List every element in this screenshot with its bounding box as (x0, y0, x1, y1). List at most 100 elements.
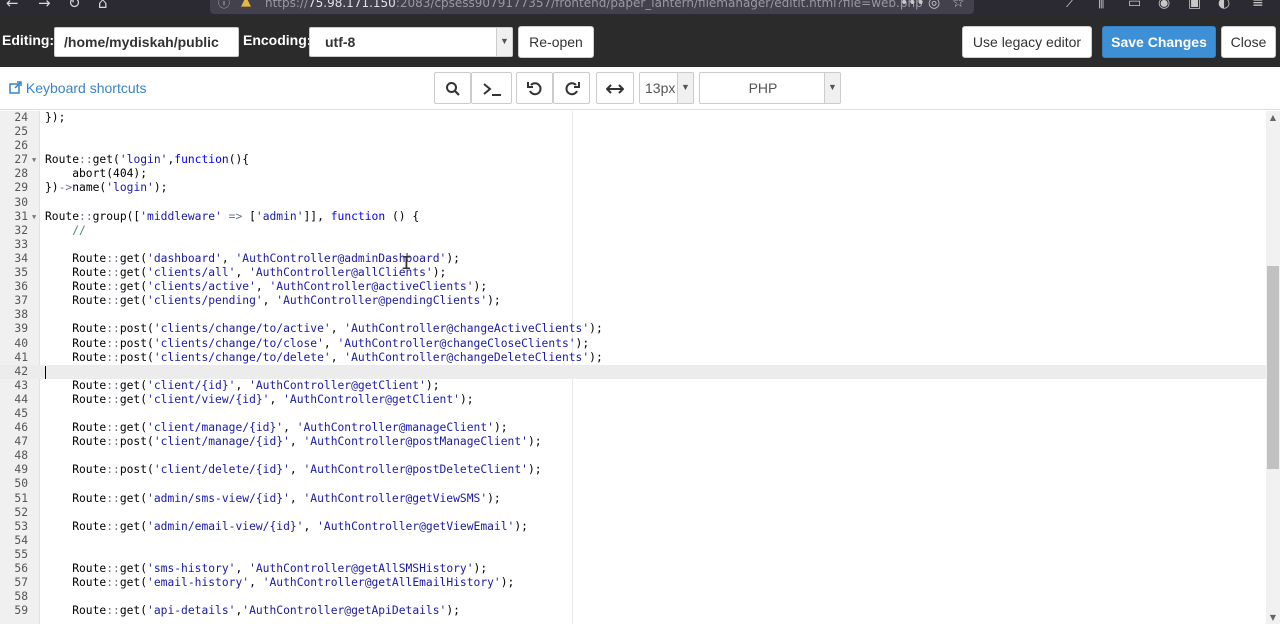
code-line[interactable]: 24}); (0, 111, 1266, 125)
code-line[interactable]: 44 Route::get('client/view/{id}', 'AuthC… (0, 393, 1266, 407)
home-icon[interactable]: ⌂ (98, 0, 108, 12)
code-line[interactable]: 50 (0, 477, 1266, 491)
font-size-value: 13px (645, 80, 676, 96)
code-line[interactable]: 39 Route::post('clients/change/to/active… (0, 322, 1266, 336)
line-number: 50 (14, 477, 28, 491)
code-text: Route::group(['middleware' => ['admin']]… (45, 209, 420, 223)
editor-toolbar: Keyboard shortcuts 13px ▼ PHP ▼ (0, 67, 1280, 110)
reopen-button[interactable]: Re-open (518, 26, 594, 58)
code-line[interactable]: 36 Route::get('clients/active', 'AuthCon… (0, 280, 1266, 294)
code-line[interactable]: 45 (0, 407, 1266, 421)
code-editor[interactable]: 24}); 25 26 27 ▼ Route::get('login',function(… (0, 111, 1280, 624)
site-info-icon[interactable]: ⓘ (218, 0, 230, 11)
vertical-scrollbar[interactable]: ▲ ▼ (1266, 111, 1280, 624)
line-number: 34 (14, 251, 28, 265)
warning-icon[interactable]: ▲ (241, 0, 251, 9)
line-number: 31 (14, 209, 28, 223)
code-line[interactable]: 32 // (0, 224, 1266, 238)
code-line[interactable]: 52 (0, 506, 1266, 520)
legacy-editor-button[interactable]: Use legacy editor (962, 26, 1092, 58)
browser-toolbar: ← → ↻ ⌂ https://75.98.171.150:2083/cpses… (0, 0, 1280, 16)
undo-button[interactable] (516, 72, 553, 104)
line-number: 38 (14, 308, 28, 322)
line-number: 35 (14, 266, 28, 280)
caret (45, 365, 46, 379)
line-number: 59 (14, 604, 28, 618)
code-line[interactable]: 46 Route::get('client/manage/{id}', 'Aut… (0, 421, 1266, 435)
code-line[interactable]: 49 Route::post('client/delete/{id}', 'Au… (0, 463, 1266, 477)
chevron-down-icon: ▼ (677, 73, 693, 103)
fold-arrow-icon[interactable]: ▼ (32, 153, 36, 167)
code-line[interactable]: 58 (0, 590, 1266, 604)
code-line[interactable]: 51 Route::get('admin/sms-view/{id}', 'Au… (0, 492, 1266, 506)
wrap-button[interactable] (596, 72, 634, 104)
code-line[interactable]: 34 Route::get('dashboard', 'AuthControll… (0, 252, 1266, 266)
editor-header: Editing: /home/mydiskah/public Encoding:… (0, 16, 1280, 67)
bookmark-star-icon[interactable]: ☆ (952, 0, 965, 11)
code-line[interactable]: 41 Route::post('clients/change/to/delete… (0, 351, 1266, 365)
code-line[interactable]: 25 (0, 125, 1266, 139)
code-line[interactable]: 54 (0, 534, 1266, 548)
line-number: 43 (14, 378, 28, 392)
forward-icon[interactable]: → (38, 0, 51, 12)
code-text: Route::get('clients/pending', 'AuthContr… (45, 294, 501, 308)
code-line[interactable]: 48 (0, 449, 1266, 463)
code-line[interactable]: 43 Route::get('client/{id}', 'AuthContro… (0, 379, 1266, 393)
search-button[interactable] (434, 72, 471, 104)
close-button[interactable]: Close (1221, 26, 1276, 58)
code-line[interactable]: 28 abort(404); (0, 167, 1266, 181)
code-line[interactable]: 38 (0, 308, 1266, 322)
code-line[interactable]: 33 (0, 238, 1266, 252)
address-bar[interactable]: https://75.98.171.150:2083/cpsess9079177… (210, 0, 974, 14)
code-line[interactable]: 29})->name('login'); (0, 181, 1266, 195)
code-line[interactable]: 55 (0, 548, 1266, 562)
code-line[interactable]: 57 Route::get('email-history', 'AuthCont… (0, 576, 1266, 590)
code-text: abort(404); (45, 167, 148, 181)
more-icon[interactable]: ••• (900, 0, 925, 11)
code-line[interactable]: 27 ▼ Route::get('login',function(){ (0, 153, 1266, 167)
encoding-select[interactable]: utf-8 ▼ (309, 27, 513, 57)
line-number: 25 (14, 125, 28, 139)
line-number: 32 (14, 223, 28, 237)
back-icon[interactable]: ← (6, 0, 19, 12)
privacy-icon[interactable]: ◐ (1218, 0, 1230, 11)
addon-icon[interactable]: ▣ (1188, 0, 1201, 11)
menu-icon[interactable]: ≡ (1252, 0, 1264, 11)
line-number: 24 (14, 111, 28, 124)
code-text: Route::get('api-details','AuthController… (45, 604, 460, 618)
language-mode-value: PHP (748, 80, 778, 96)
code-text: // (72, 223, 86, 237)
save-changes-button[interactable]: Save Changes (1102, 26, 1216, 58)
code-line[interactable]: 53 Route::get('admin/email-view/{id}', '… (0, 520, 1266, 534)
code-line[interactable]: 37 Route::get('clients/pending', 'AuthCo… (0, 294, 1266, 308)
code-line[interactable]: 26 (0, 139, 1266, 153)
font-size-select[interactable]: 13px ▼ (639, 72, 694, 104)
pocket-icon[interactable]: ◎ (928, 0, 940, 11)
command-line-button[interactable] (471, 72, 512, 104)
scrollbar-thumb[interactable] (1267, 266, 1279, 469)
extension-icon[interactable]: ⟋ (1066, 0, 1076, 11)
reload-icon[interactable]: ↻ (68, 0, 81, 12)
code-lines[interactable]: 24}); 25 26 27 ▼ Route::get('login',function(… (0, 111, 1266, 618)
code-line[interactable]: 31 ▼ Route::group(['middleware' => ['admin… (0, 210, 1266, 224)
encoding-value: utf-8 (325, 34, 356, 50)
scroll-up-icon[interactable]: ▲ (1266, 113, 1280, 122)
code-line[interactable]: 35 Route::get('clients/all', 'AuthContro… (0, 266, 1266, 280)
code-line[interactable]: 30 (0, 196, 1266, 210)
language-mode-select[interactable]: PHP ▼ (699, 72, 841, 104)
fold-arrow-icon[interactable]: ▼ (32, 210, 36, 224)
keyboard-shortcuts-link[interactable]: Keyboard shortcuts (9, 80, 147, 96)
redo-button[interactable] (553, 72, 590, 104)
line-number: 56 (14, 562, 28, 575)
code-line[interactable]: 40 Route::post('clients/change/to/close'… (0, 337, 1266, 351)
code-line[interactable]: 56 Route::get('sms-history', 'AuthContro… (0, 562, 1266, 576)
account-icon[interactable]: ◉ (1158, 0, 1170, 11)
code-line[interactable]: 47 Route::post('client/manage/{id}', 'Au… (0, 435, 1266, 449)
code-text: Route::post('client/delete/{id}', 'AuthC… (45, 463, 542, 477)
line-number: 44 (14, 392, 28, 406)
sidebar-icon[interactable]: ▭ (1128, 0, 1141, 11)
code-line[interactable]: 42 (0, 364, 1266, 379)
scroll-down-icon[interactable]: ▼ (1266, 613, 1280, 622)
library-icon[interactable]: ⫼ (1098, 0, 1104, 11)
code-line[interactable]: 59 Route::get('api-details','AuthControl… (0, 604, 1266, 618)
